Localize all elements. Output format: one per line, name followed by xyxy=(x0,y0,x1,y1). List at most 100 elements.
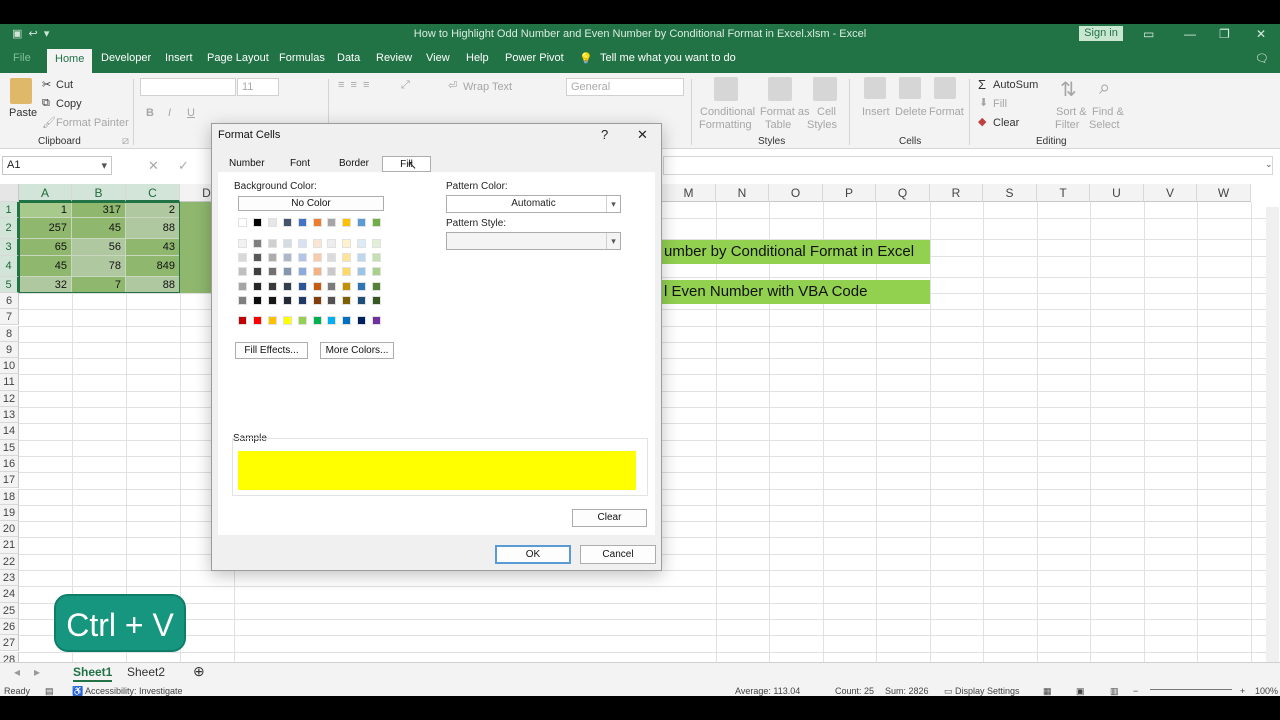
tab-help[interactable]: Help xyxy=(466,52,489,64)
column-header-q[interactable]: Q xyxy=(876,184,930,202)
column-header-a[interactable]: A xyxy=(19,184,72,202)
row-header[interactable]: 17 xyxy=(0,472,19,489)
color-swatch[interactable] xyxy=(252,267,262,277)
row-header[interactable]: 2 xyxy=(0,218,19,240)
color-swatch[interactable] xyxy=(238,281,247,291)
color-swatch[interactable] xyxy=(327,239,337,248)
format-as-table-label-2[interactable]: Table xyxy=(765,119,791,131)
color-swatch[interactable] xyxy=(312,295,322,305)
row-header[interactable]: 16 xyxy=(0,455,19,473)
color-swatch[interactable] xyxy=(342,239,352,248)
accessibility-status[interactable]: Accessibility: Investigate xyxy=(85,686,183,696)
tab-page-layout[interactable]: Page Layout xyxy=(207,52,269,64)
color-swatch[interactable] xyxy=(252,295,262,305)
tab-power-pivot[interactable]: Power Pivot xyxy=(505,52,564,64)
column-header-b[interactable]: B xyxy=(72,184,126,202)
cell-styles-label-1[interactable]: Cell xyxy=(817,106,836,118)
cancel-entry-icon[interactable]: ✕ xyxy=(148,158,159,174)
heading-banner-2[interactable]: l Even Number with VBA Code xyxy=(662,280,930,304)
chevron-down-icon[interactable]: ▾ xyxy=(101,159,107,172)
color-swatch[interactable] xyxy=(252,281,262,291)
insert-cells-button[interactable]: Insert xyxy=(862,106,890,118)
tab-view[interactable]: View xyxy=(426,52,450,64)
color-swatch[interactable] xyxy=(252,218,262,227)
normal-view-icon[interactable]: ▦ xyxy=(1043,686,1052,696)
help-icon[interactable]: ? xyxy=(601,127,608,142)
prev-sheet-icon[interactable]: ◂ xyxy=(14,665,20,679)
color-swatch[interactable] xyxy=(252,316,262,325)
conditional-formatting-label-2[interactable]: Formatting xyxy=(699,119,752,131)
page-layout-view-icon[interactable]: ▣ xyxy=(1076,686,1085,696)
color-swatch[interactable] xyxy=(342,316,352,325)
column-header-r[interactable]: R xyxy=(930,184,983,202)
color-swatch[interactable] xyxy=(342,295,352,305)
row-header[interactable]: 3 xyxy=(0,239,19,256)
italic-icon[interactable]: I xyxy=(168,107,171,119)
row-header[interactable]: 8 xyxy=(0,325,19,342)
tab-file[interactable]: File xyxy=(13,52,31,64)
zoom-slider[interactable] xyxy=(1150,689,1232,690)
tab-number[interactable]: Number xyxy=(229,158,265,169)
row-header[interactable]: 11 xyxy=(0,374,19,391)
display-settings-button[interactable]: Display Settings xyxy=(955,686,1020,696)
column-header-v[interactable]: V xyxy=(1144,184,1197,202)
pattern-color-select[interactable]: Automatic ▾ xyxy=(446,195,621,213)
color-swatch[interactable] xyxy=(282,281,292,291)
color-swatch[interactable] xyxy=(252,253,262,263)
color-swatch[interactable] xyxy=(297,239,307,248)
maximize-icon[interactable]: ❐ xyxy=(1219,27,1230,41)
color-swatch[interactable] xyxy=(327,218,337,227)
row-header[interactable]: 19 xyxy=(0,504,19,522)
format-cells-button[interactable]: Format xyxy=(929,106,964,118)
color-swatch[interactable] xyxy=(282,295,292,305)
row-header[interactable]: 24 xyxy=(0,586,19,603)
row-header[interactable]: 15 xyxy=(0,439,19,456)
color-swatch[interactable] xyxy=(312,218,322,227)
more-colors-button[interactable]: More Colors... xyxy=(320,342,394,359)
color-swatch[interactable] xyxy=(342,281,352,291)
color-swatch[interactable] xyxy=(267,253,277,263)
row-header[interactable]: 12 xyxy=(0,390,19,407)
sort-filter-label-2[interactable]: Filter xyxy=(1055,119,1079,131)
color-swatch[interactable] xyxy=(372,239,382,248)
color-swatch[interactable] xyxy=(297,218,307,227)
color-swatch[interactable] xyxy=(372,281,382,291)
row-header[interactable]: 5 xyxy=(0,276,19,293)
color-swatch[interactable] xyxy=(267,218,277,227)
paste-button[interactable]: Paste xyxy=(9,107,37,119)
comments-icon[interactable]: 🗨 xyxy=(1255,52,1269,65)
zoom-level[interactable]: 100% xyxy=(1255,686,1278,696)
color-swatch[interactable] xyxy=(297,253,307,263)
color-swatch[interactable] xyxy=(267,316,277,325)
row-header[interactable]: 22 xyxy=(0,553,19,570)
column-header-m[interactable]: M xyxy=(662,184,716,202)
name-box[interactable]: A1 ▾ xyxy=(2,156,112,175)
macro-record-icon[interactable]: ▤ xyxy=(45,686,54,696)
tab-insert[interactable]: Insert xyxy=(165,52,193,64)
formula-input[interactable] xyxy=(663,156,1273,175)
color-swatch[interactable] xyxy=(357,281,367,291)
color-swatch[interactable] xyxy=(372,295,382,305)
color-swatch[interactable] xyxy=(282,239,292,248)
tab-developer[interactable]: Developer xyxy=(101,52,151,64)
tab-review[interactable]: Review xyxy=(376,52,412,64)
color-swatch[interactable] xyxy=(342,253,352,263)
color-swatch[interactable] xyxy=(282,253,292,263)
font-size-box[interactable]: 11 xyxy=(237,78,279,96)
color-swatch[interactable] xyxy=(357,239,367,248)
color-swatch[interactable] xyxy=(267,295,277,305)
page-break-view-icon[interactable]: ▥ xyxy=(1110,686,1119,696)
tell-me-search[interactable]: Tell me what you want to do xyxy=(600,52,736,64)
format-as-table-label-1[interactable]: Format as xyxy=(760,106,810,118)
color-swatch[interactable] xyxy=(327,316,337,325)
sign-in-button[interactable]: Sign in xyxy=(1079,26,1123,41)
color-swatch[interactable] xyxy=(267,239,277,248)
underline-icon[interactable]: U xyxy=(187,107,195,119)
color-swatch[interactable] xyxy=(327,267,337,277)
color-swatch[interactable] xyxy=(327,295,337,305)
color-swatch[interactable] xyxy=(238,295,247,305)
autosum-button[interactable]: AutoSum xyxy=(993,79,1038,91)
font-name-box[interactable] xyxy=(140,78,236,96)
cancel-button[interactable]: Cancel xyxy=(580,545,656,564)
delete-cells-button[interactable]: Delete xyxy=(895,106,927,118)
